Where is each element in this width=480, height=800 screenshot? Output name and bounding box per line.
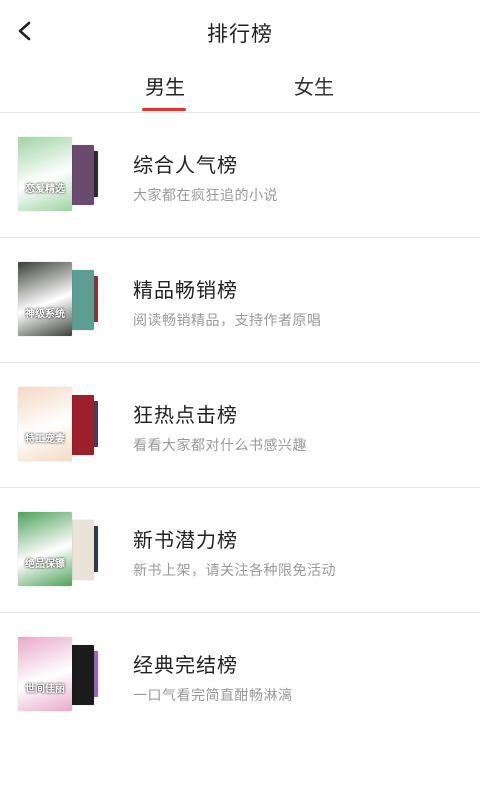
- book-cover: 恋爱精选: [18, 137, 72, 211]
- ranking-item-hot-clicks[interactable]: 特工宠妻 狂热点击榜 看看大家都对什么书感兴趣: [0, 363, 480, 488]
- cover-stack: 世间佳丽: [18, 637, 102, 717]
- header: 排行榜: [0, 0, 480, 64]
- book-cover: 特工宠妻: [18, 387, 72, 461]
- ranking-title: 狂热点击榜: [133, 403, 238, 427]
- book-cover: [70, 145, 94, 205]
- ranking-item-completed[interactable]: 世间佳丽 经典完结榜 一口气看完简直酣畅淋漓: [0, 613, 480, 738]
- active-tab-indicator: [142, 108, 186, 111]
- cover-title: 世间佳丽: [25, 684, 65, 695]
- ranking-description: 大家都在疯狂追的小说: [133, 188, 278, 204]
- tab-bar: 男生 女生: [0, 64, 480, 112]
- ranking-title: 精品畅销榜: [133, 278, 238, 302]
- book-cover: [70, 645, 94, 705]
- book-cover: 神级系统: [18, 262, 72, 336]
- ranking-title: 综合人气榜: [133, 153, 238, 177]
- cover-stack: 神级系统: [18, 262, 102, 342]
- book-cover: 绝品保镖: [18, 512, 72, 586]
- ranking-page: 排行榜 男生 女生 恋爱精选 综合人气榜 大家都在疯狂追的小说 神级系统 精品畅…: [0, 0, 480, 800]
- book-cover: [70, 395, 94, 455]
- ranking-item-new-books[interactable]: 绝品保镖 新书潜力榜 新书上架，请关注各种限免活动: [0, 488, 480, 613]
- ranking-item-bestseller[interactable]: 神级系统 精品畅销榜 阅读畅销精品，支持作者原唱: [0, 238, 480, 363]
- cover-stack: 特工宠妻: [18, 387, 102, 467]
- book-cover: [70, 270, 94, 330]
- ranking-title: 新书潜力榜: [133, 528, 238, 552]
- ranking-description: 一口气看完简直酣畅淋漓: [133, 688, 293, 704]
- ranking-description: 阅读畅销精品，支持作者原唱: [133, 313, 322, 329]
- book-cover: [70, 520, 94, 580]
- cover-stack: 恋爱精选: [18, 137, 102, 217]
- ranking-item-popularity[interactable]: 恋爱精选 综合人气榜 大家都在疯狂追的小说: [0, 113, 480, 238]
- tab-female-label: 女生: [294, 75, 334, 99]
- ranking-description: 新书上架，请关注各种限免活动: [133, 563, 336, 579]
- cover-stack: 绝品保镖: [18, 512, 102, 592]
- tab-male[interactable]: 男生: [125, 72, 205, 112]
- cover-title: 特工宠妻: [25, 434, 65, 445]
- tab-female[interactable]: 女生: [274, 72, 354, 112]
- tab-male-label: 男生: [145, 75, 185, 99]
- book-cover: 世间佳丽: [18, 637, 72, 711]
- ranking-list: 恋爱精选 综合人气榜 大家都在疯狂追的小说 神级系统 精品畅销榜 阅读畅销精品，…: [0, 113, 480, 738]
- cover-title: 恋爱精选: [25, 184, 65, 195]
- page-title: 排行榜: [207, 22, 273, 46]
- ranking-title: 经典完结榜: [133, 653, 238, 677]
- cover-title: 绝品保镖: [25, 559, 65, 570]
- cover-title: 神级系统: [25, 309, 65, 320]
- ranking-description: 看看大家都对什么书感兴趣: [133, 438, 307, 454]
